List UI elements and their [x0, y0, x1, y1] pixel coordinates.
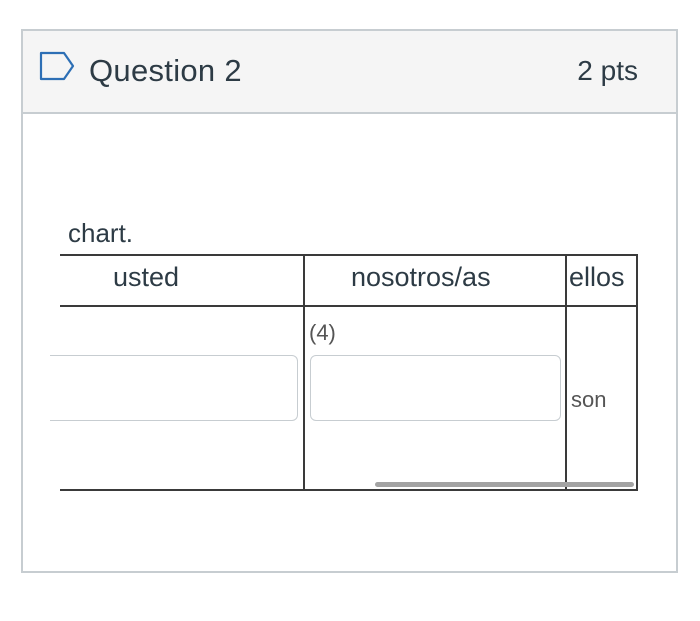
conjugation-table: usted nosotros/as ellos (4) son [50, 254, 638, 492]
blank-number-label: (4) [309, 320, 336, 345]
question-header: Question 2 2 pts [23, 31, 676, 114]
question-title: Question 2 [89, 53, 242, 88]
nosotros-answer-input[interactable] [310, 355, 561, 421]
bookmark-flag-icon[interactable] [38, 50, 76, 82]
table-rule-top [60, 254, 638, 256]
column-header-nosotros: nosotros/as [351, 262, 491, 292]
question-points: 2 pts [577, 55, 638, 86]
question-card: Question 2 2 pts chart. usted nosotros/a… [21, 29, 678, 573]
table-column-divider [636, 254, 638, 491]
column-header-ellos: ellos [569, 262, 625, 292]
table-rule-header [60, 305, 638, 307]
usted-answer-input[interactable] [50, 355, 298, 421]
question-prompt-text: chart. [68, 218, 134, 248]
horizontal-scrollbar[interactable] [375, 482, 634, 487]
table-rule-bottom [60, 489, 638, 491]
ellos-cell-value: son [571, 387, 607, 412]
column-header-usted: usted [113, 262, 180, 292]
table-column-divider [303, 254, 305, 491]
question-body: chart. usted nosotros/as ellos (4) son [23, 114, 676, 571]
table-column-divider [565, 254, 567, 491]
